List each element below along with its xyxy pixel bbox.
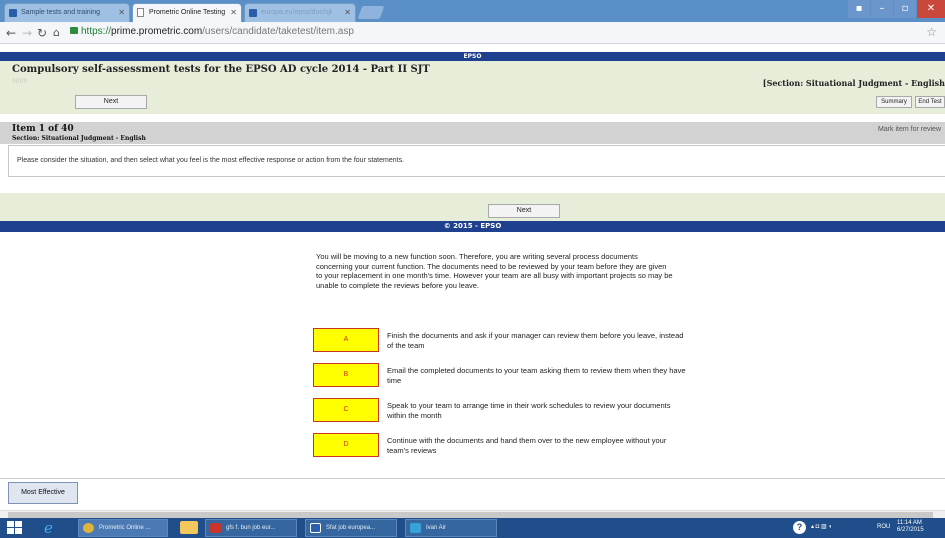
bookmark-star-icon[interactable]: ☆ [926, 25, 937, 39]
horizontal-scrollbar[interactable] [0, 510, 945, 518]
clock[interactable]: 11:14 AM 6/27/2015 [897, 520, 924, 534]
option-d-button[interactable]: D [313, 433, 379, 457]
scenario-text: You will be moving to a new function soo… [316, 252, 673, 290]
test-header: Compulsory self-assessment tests for the… [0, 61, 945, 114]
url-host: prime.prometric.com [111, 26, 203, 37]
forward-arrow-icon[interactable]: → [22, 26, 32, 40]
lock-icon [70, 27, 78, 34]
next-button[interactable]: Next [75, 95, 147, 109]
option-b: B Email the completed documents to your … [313, 363, 773, 389]
home-icon[interactable]: ⌂ [53, 26, 60, 40]
page-favicon-icon [137, 8, 144, 17]
item-number: Item 1 of 40 [12, 124, 74, 134]
tab-sample-tests[interactable]: Sample tests and training ✕ [4, 3, 130, 22]
taskbar-item-pdf[interactable]: gfs f. bun job eur... [205, 519, 297, 537]
mark-for-review-link[interactable]: Mark item for review [878, 126, 941, 133]
minimize-button[interactable]: – [871, 0, 893, 18]
eu-favicon-icon [9, 9, 17, 17]
internet-explorer-icon[interactable]: e [44, 519, 53, 537]
language-indicator[interactable]: ROU [877, 524, 890, 530]
summary-button[interactable]: Summary [876, 96, 912, 108]
option-c-text: Speak to your team to arrange time in th… [387, 401, 671, 420]
system-tray: ? ▴ ◘ ▥ ◖ ROU 11:14 AM 6/27/2015 [793, 518, 945, 538]
address-bar[interactable]: https://prime.prometric.com/users/candid… [70, 26, 354, 37]
item-header: Item 1 of 40 Section: Situational Judgme… [0, 122, 945, 144]
next-button-bottom[interactable]: Next [488, 204, 560, 218]
browser-tab-strip: Sample tests and training ✕ Prometric On… [0, 0, 945, 22]
tab-label: europa.eu/epso/doc/sjt [261, 9, 332, 16]
option-d: D Continue with the documents and hand t… [313, 433, 773, 459]
pdf-icon [210, 523, 221, 533]
folder-icon[interactable] [180, 521, 198, 534]
item-section: Section: Situational Judgment - English [12, 135, 146, 142]
new-tab-button[interactable] [357, 6, 385, 19]
window-controls: ▪ – ▫ ✕ [847, 0, 945, 20]
option-b-button[interactable]: B [313, 363, 379, 387]
close-tab-icon[interactable]: ✕ [344, 8, 351, 17]
epso-top-bar: EPSO [0, 52, 945, 61]
end-test-button[interactable]: End Test [915, 96, 945, 108]
3g-icon [410, 523, 421, 533]
divider [0, 478, 945, 479]
tab-label: Sample tests and training [21, 9, 100, 16]
tray-icons[interactable]: ▴ ◘ ▥ ◖ [811, 523, 832, 530]
most-effective-drop-target[interactable]: Most Effective [8, 482, 78, 504]
chrome-icon [83, 523, 94, 533]
back-arrow-icon[interactable]: ← [6, 26, 16, 40]
navigation-footer: Next [0, 193, 945, 221]
word-icon [310, 523, 321, 533]
url-path: /users/candidate/taketest/item.asp [202, 26, 354, 37]
close-window-button[interactable]: ✕ [917, 0, 945, 18]
taskbar-item-prometric[interactable]: Prometric Online ... [78, 519, 168, 537]
test-title: Compulsory self-assessment tests for the… [12, 64, 430, 75]
option-a-text: Finish the documents and ask if your man… [387, 331, 684, 350]
tab-label: Prometric Online Testing [149, 9, 226, 16]
option-d-text: Continue with the documents and hand the… [387, 436, 667, 455]
option-b-text: Email the completed documents to your te… [387, 366, 686, 385]
browser-toolbar: ← → ↻ ⌂ https://prime.prometric.com/user… [0, 22, 945, 44]
taskbar-item-word[interactable]: Sfat job europea... [305, 519, 397, 537]
candidate-id: 0000 [12, 78, 28, 85]
eu-favicon-icon [249, 9, 257, 17]
help-icon[interactable]: ? [793, 521, 806, 534]
option-c-button[interactable]: C [313, 398, 379, 422]
section-label: [Section: Situational Judgment - English [762, 78, 945, 88]
close-tab-icon[interactable]: ✕ [118, 8, 125, 17]
taskbar-item-3g[interactable]: Ivan Air [405, 519, 497, 537]
tab-europa[interactable]: europa.eu/epso/doc/sjt ✕ [244, 3, 356, 22]
windows-start-icon[interactable] [6, 520, 24, 536]
maximize-button[interactable]: ▫ [894, 0, 916, 18]
instructions-box: Please consider the situation, and then … [8, 145, 945, 177]
copyright-bar: © 2015 - EPSO [0, 221, 945, 232]
instructions-text: Please consider the situation, and then … [17, 157, 405, 164]
reload-icon[interactable]: ↻ [37, 26, 47, 40]
option-c: C Speak to your team to arrange time in … [313, 398, 773, 424]
close-tab-icon[interactable]: ✕ [230, 8, 237, 17]
tab-prometric[interactable]: Prometric Online Testing ✕ [132, 3, 242, 22]
user-icon[interactable]: ▪ [848, 0, 870, 18]
option-a: A Finish the documents and ask if your m… [313, 328, 773, 354]
option-a-button[interactable]: A [313, 328, 379, 352]
windows-taskbar: e Prometric Online ... gfs f. bun job eu… [0, 518, 945, 538]
